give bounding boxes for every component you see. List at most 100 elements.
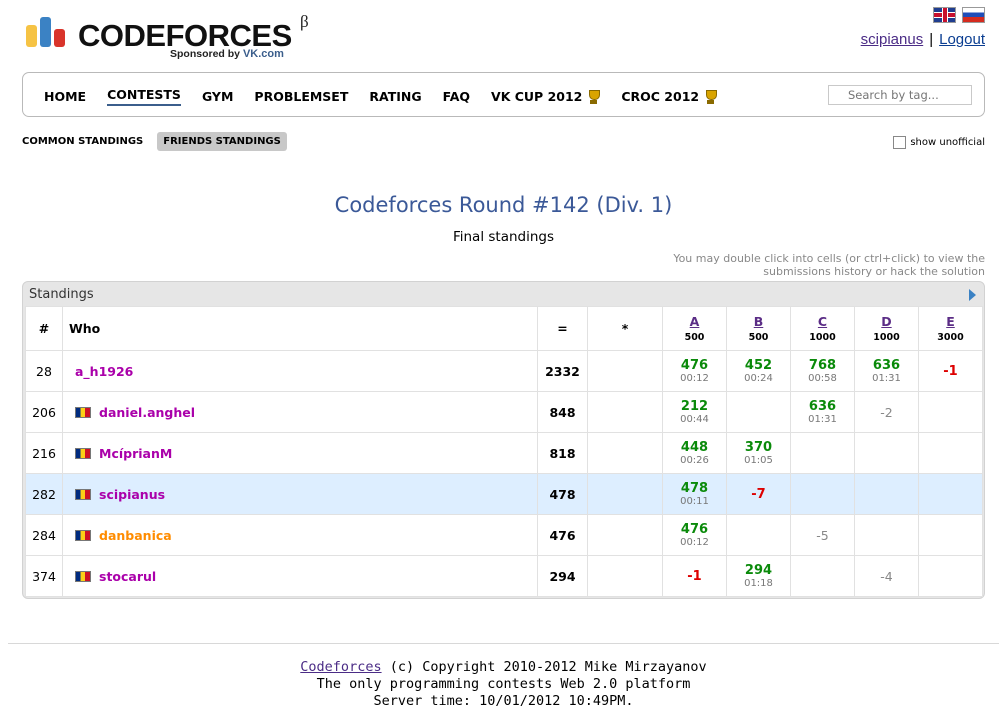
problem-c-cell[interactable] — [790, 555, 855, 597]
tag-search-input[interactable] — [828, 85, 972, 105]
problem-d-cell[interactable]: -4 — [854, 555, 919, 597]
submission-time: 01:31 — [808, 413, 837, 425]
rejected-attempts: -7 — [751, 487, 766, 502]
standings-status: Final standings — [452, 229, 555, 245]
header-penalty: * — [587, 306, 663, 351]
tab-common-standings[interactable]: COMMON STANDINGS — [22, 132, 149, 151]
problem-e-cell[interactable] — [918, 555, 983, 597]
accepted-score: 478 — [680, 480, 709, 496]
english-flag-icon[interactable] — [933, 7, 956, 23]
standings-body: 28 a_h1926 2332 476 00:12 452 00:24 768 00:58 636… — [25, 350, 983, 597]
who-cell: danbanica — [62, 514, 538, 556]
problem-a-points: 500 — [684, 331, 705, 343]
submission-time: 01:18 — [744, 577, 773, 589]
problem-a-cell[interactable]: 478 00:11 — [662, 473, 727, 515]
user-handle-link[interactable]: daniel.anghel — [99, 405, 195, 420]
penalty-cell — [587, 555, 663, 597]
header-problem-b: B 500 — [726, 306, 791, 351]
tab-friends-standings[interactable]: FRIENDS STANDINGS — [157, 132, 287, 151]
problem-e-cell[interactable]: -1 — [918, 350, 983, 392]
problem-b-cell[interactable] — [726, 514, 791, 556]
user-handle-link[interactable]: danbanica — [99, 528, 172, 543]
hint-line-2: submissions history or hack the solution — [763, 265, 985, 278]
user-handle-link[interactable]: a_h1926 — [75, 364, 133, 379]
standings-row: 374 stocarul 294 -1 294 01:18 -4 — [25, 555, 983, 597]
problem-b-cell[interactable] — [726, 391, 791, 433]
problem-d-cell[interactable] — [854, 473, 919, 515]
problem-e-cell[interactable] — [918, 391, 983, 433]
expand-arrow-icon[interactable] — [969, 289, 976, 301]
problem-a-cell[interactable]: 476 00:12 — [662, 350, 727, 392]
problem-a-cell[interactable]: 476 00:12 — [662, 514, 727, 556]
header-who: Who — [62, 306, 538, 351]
problem-b-cell[interactable]: 294 01:18 — [726, 555, 791, 597]
user-handle-link[interactable]: McíprianM — [99, 446, 172, 461]
menu-item-gym[interactable]: GYM — [202, 87, 233, 106]
show-unofficial-toggle[interactable]: show unofficial — [893, 136, 985, 149]
problem-b-cell[interactable]: 370 01:05 — [726, 432, 791, 474]
who-cell: scipianus — [62, 473, 538, 515]
who-cell: stocarul — [62, 555, 538, 597]
problem-c-cell[interactable]: 768 00:58 — [790, 350, 855, 392]
problem-a-cell[interactable]: -1 — [662, 555, 727, 597]
submission-time: 01:05 — [744, 454, 773, 466]
footer-codeforces-link[interactable]: Codeforces — [300, 659, 381, 675]
logo-sponsor: Sponsored by VK.com — [170, 48, 284, 60]
accepted-score: 476 — [680, 521, 709, 537]
penalty-cell — [587, 391, 663, 433]
problem-d-cell[interactable]: -2 — [854, 391, 919, 433]
problem-c-cell[interactable] — [790, 432, 855, 474]
submission-time: 00:11 — [680, 495, 709, 507]
problem-e-cell[interactable] — [918, 514, 983, 556]
problem-e-cell[interactable] — [918, 473, 983, 515]
problem-b-points: 500 — [748, 331, 769, 343]
user-handle-link[interactable]: scipianus — [99, 487, 165, 502]
romania-flag-icon — [75, 570, 91, 582]
problem-b-cell[interactable]: -7 — [726, 473, 791, 515]
russian-flag-icon[interactable] — [962, 7, 985, 23]
show-unofficial-checkbox[interactable] — [893, 136, 907, 149]
footer: Codeforces (c) Copyright 2010-2012 Mike … — [0, 659, 1007, 710]
menu-item-croc[interactable]: CROC 2012 — [621, 87, 718, 106]
problem-e-link[interactable]: E — [919, 314, 982, 329]
user-handle-link[interactable]: stocarul — [99, 569, 156, 584]
problem-b-cell[interactable]: 452 00:24 — [726, 350, 791, 392]
logout-link[interactable]: Logout — [939, 31, 985, 48]
problem-a-cell[interactable]: 448 00:26 — [662, 432, 727, 474]
profile-link[interactable]: scipianus — [861, 31, 924, 48]
rank-cell: 216 — [25, 432, 63, 474]
problem-a-link[interactable]: A — [663, 314, 726, 329]
problem-d-cell[interactable] — [854, 432, 919, 474]
problem-c-cell[interactable]: -5 — [790, 514, 855, 556]
problem-d-link[interactable]: D — [855, 314, 918, 329]
problem-e-cell[interactable] — [918, 432, 983, 474]
problem-e-points: 3000 — [937, 331, 964, 343]
menu-item-problemset[interactable]: PROBLEMSET — [254, 87, 348, 106]
standings-row: 216 McíprianM 818 448 00:26 370 01:05 — [25, 432, 983, 474]
standings-header-row: # Who = * A 500 B 500 C 1000 D 1000 E 3000 — [25, 306, 983, 351]
standings-row: 28 a_h1926 2332 476 00:12 452 00:24 768 00:58 636… — [25, 350, 983, 392]
problem-a-cell[interactable]: 212 00:44 — [662, 391, 727, 433]
accepted-score: 636 — [808, 398, 837, 414]
menu-item-home[interactable]: HOME — [44, 87, 86, 106]
problem-c-link[interactable]: C — [791, 314, 854, 329]
codeforces-logo[interactable]: CODEFORCES β Sponsored by VK.com — [26, 12, 326, 64]
problem-d-cell[interactable] — [854, 514, 919, 556]
header-points: = — [537, 306, 588, 351]
problem-d-cell[interactable]: 636 01:31 — [854, 350, 919, 392]
failed-attempts: -5 — [816, 527, 829, 543]
standings-caption: Standings — [29, 287, 94, 302]
rejected-attempts: -1 — [687, 569, 702, 584]
penalty-cell — [587, 432, 663, 474]
menu-item-vk-cup[interactable]: VK CUP 2012 — [491, 87, 601, 106]
problem-b-link[interactable]: B — [727, 314, 790, 329]
problem-c-cell[interactable] — [790, 473, 855, 515]
trophy-icon — [587, 89, 601, 104]
problem-c-cell[interactable]: 636 01:31 — [790, 391, 855, 433]
accepted-score: 636 — [872, 357, 901, 373]
menu-item-faq[interactable]: FAQ — [443, 87, 470, 106]
menu-item-rating[interactable]: RATING — [369, 87, 421, 106]
rank-cell: 282 — [25, 473, 63, 515]
menu-item-contests[interactable]: CONTESTS — [107, 87, 181, 106]
standings-row: 284 danbanica 476 476 00:12 -5 — [25, 514, 983, 556]
